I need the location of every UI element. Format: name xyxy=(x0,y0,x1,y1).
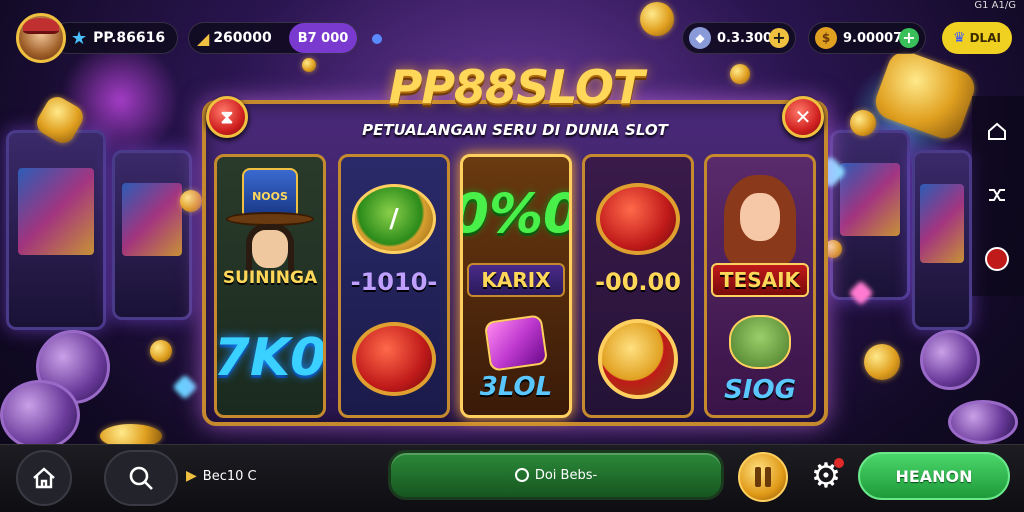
arcade-machine xyxy=(830,130,910,300)
reel-2-middle-label: -1010- xyxy=(350,268,438,296)
bet-label: Bec10 C xyxy=(202,468,257,484)
gem-amount: 0.3.300 xyxy=(717,30,773,46)
play-bet-label: Doi Bebs- xyxy=(534,467,598,483)
home-icon xyxy=(33,467,55,489)
drop-icon xyxy=(372,34,382,44)
player-name-pill[interactable]: ★ PP.86616 xyxy=(52,22,178,54)
search-icon xyxy=(129,466,153,490)
spin-button[interactable]: HEANON xyxy=(858,452,1010,500)
bet-selector[interactable]: ▶ Bec10 C xyxy=(186,464,257,488)
shuffle-icon[interactable] xyxy=(982,180,1012,210)
hourglass-icon: ⧗ xyxy=(220,106,234,128)
hat-text: NOOS xyxy=(252,190,288,203)
purple-gem-symbol xyxy=(483,314,549,372)
reel-3-top-label: 0%0 xyxy=(463,181,572,245)
reel-5: TESAIK SIOG xyxy=(704,154,816,418)
arcade-machine xyxy=(912,150,972,330)
girl-character-symbol xyxy=(720,169,800,265)
gold-bar-icon: ◢ xyxy=(197,28,210,48)
reel-3-bottom-label: 3LOL xyxy=(479,372,553,402)
reel-5-top-symbol xyxy=(707,167,813,267)
gem-icon: ◆ xyxy=(689,27,711,49)
cat-character-symbol xyxy=(729,315,791,369)
trophy-icon: ♛ xyxy=(953,30,966,46)
add-gems-icon[interactable]: + xyxy=(769,28,789,48)
status-clock: G1 A1/G xyxy=(974,0,1016,11)
settings-button[interactable]: ⚙ xyxy=(806,456,846,496)
reel-5-bottom-symbol: SIOG xyxy=(707,303,813,415)
vip-button[interactable]: ♛ DLAI xyxy=(942,22,1012,54)
reel-5-middle-label: TESAIK xyxy=(711,263,809,297)
gold-badge[interactable]: B7 000 xyxy=(289,23,357,53)
bet-circle-icon xyxy=(514,468,529,482)
reel-2-bottom-symbol xyxy=(341,309,447,409)
reel-5-bottom-label: SIOG xyxy=(724,375,796,405)
reel-3: 0%0 KARIX 3LOL xyxy=(460,154,572,418)
spin-label: HEANON xyxy=(895,466,973,486)
avatar[interactable] xyxy=(16,13,66,63)
coin-balance[interactable]: $ 9.00007 + xyxy=(808,22,926,54)
reel-4-middle-label: -00.00 xyxy=(595,268,681,296)
coin-decoration xyxy=(850,110,876,136)
coin-decoration xyxy=(920,330,980,390)
arcade-machine xyxy=(112,150,192,320)
coin-decoration xyxy=(948,400,1018,444)
coin-decoration xyxy=(0,380,80,450)
home-button[interactable] xyxy=(16,450,72,506)
home-outline-icon[interactable] xyxy=(982,116,1012,146)
reel-1-top-label: SUININGA xyxy=(222,268,318,288)
reel-1-bottom-symbol: 7K0 xyxy=(217,303,323,413)
hourglass-button[interactable]: ⧗ xyxy=(206,96,248,138)
play-bet-button[interactable]: Doi Bebs- xyxy=(388,450,724,500)
reel-1-bottom-label: 7K0 xyxy=(214,328,326,388)
red-shield-symbol xyxy=(596,183,680,255)
gold-coin-symbol xyxy=(598,319,678,399)
arcade-machine xyxy=(6,130,106,330)
close-icon: ✕ xyxy=(794,105,812,129)
gem-balance[interactable]: ◆ 0.3.300 + xyxy=(682,22,796,54)
red-shield-symbol xyxy=(352,322,436,396)
search-button[interactable] xyxy=(104,450,178,506)
gold-amount: 260000 xyxy=(213,30,272,46)
coin-decoration xyxy=(864,344,900,380)
pause-icon xyxy=(755,467,771,487)
reel-4-bottom-symbol xyxy=(585,309,691,409)
reel-3-top-symbol: 0%0 xyxy=(463,165,569,261)
coin-bag-icon: $ xyxy=(815,27,837,49)
gold-balance[interactable]: ◢ 260000 B7 000 xyxy=(188,22,358,54)
vip-label: DLAI xyxy=(969,31,1001,45)
reel-2: / -1010- xyxy=(338,154,450,418)
star-icon: ★ xyxy=(71,27,88,49)
reel-1: NOOS SUININGA 7K0 xyxy=(214,154,326,418)
close-button[interactable]: ✕ xyxy=(782,96,824,138)
player-name: PP.86616 xyxy=(93,30,166,46)
reel-3-middle-label: KARIX xyxy=(467,263,565,297)
reel-2-top-symbol: / xyxy=(341,171,447,267)
coin-decoration xyxy=(150,340,172,362)
coin-decoration xyxy=(180,190,202,212)
play-triangle-icon: ▶ xyxy=(186,468,197,484)
coin-amount: 9.00007 xyxy=(843,30,903,46)
add-coins-icon[interactable]: + xyxy=(899,28,919,48)
game-title: PP88SLOT xyxy=(388,60,645,114)
exit-icon[interactable] xyxy=(982,244,1012,274)
gem-decoration xyxy=(172,374,198,400)
game-subtitle: PETUALANGAN SERU DI DUNIA SLOT xyxy=(362,121,668,139)
notification-dot xyxy=(834,458,844,468)
reel-3-bottom-symbol: 3LOL xyxy=(463,303,569,415)
reel-4: -00.00 xyxy=(582,154,694,418)
pause-button[interactable] xyxy=(738,452,788,502)
reel-4-top-symbol xyxy=(585,171,691,267)
green-badge-symbol: / xyxy=(352,184,436,254)
